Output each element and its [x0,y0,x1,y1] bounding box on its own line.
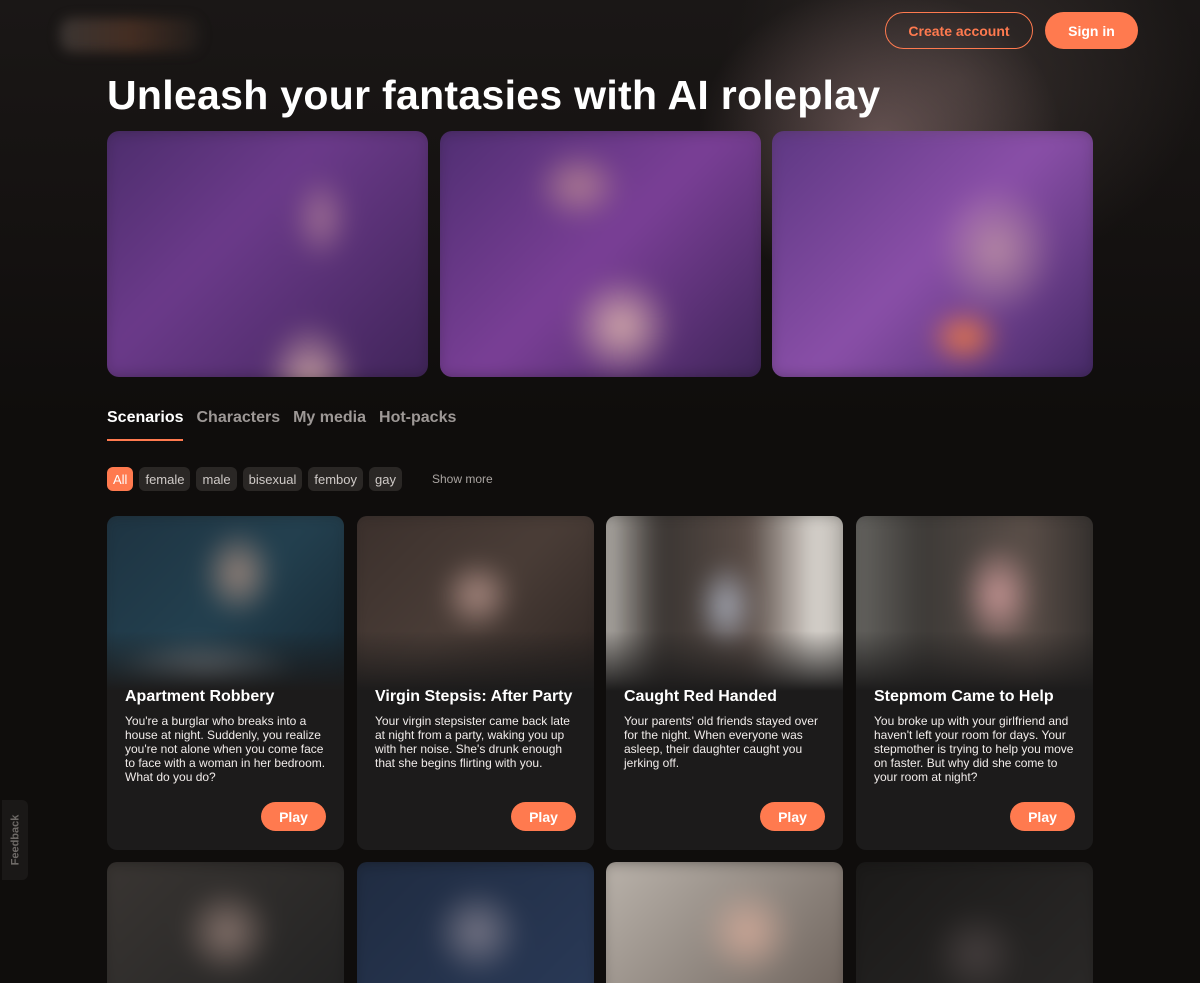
card-description: Your virgin stepsister came back late at… [375,714,570,770]
banner-image [772,131,1093,377]
tab-characters[interactable]: Characters [196,409,280,441]
card-description: You broke up with your girlfriend and ha… [874,714,1074,784]
card-title: Virgin Stepsis: After Party [375,688,573,705]
banner-image [440,131,761,377]
filter-chip-all[interactable]: All [107,467,134,491]
filter-chip-female[interactable]: female [139,467,191,491]
card-title: Apartment Robbery [125,688,275,705]
banner-image [107,131,428,377]
play-button[interactable]: Play [261,802,326,831]
play-button[interactable]: Play [1010,802,1075,831]
featured-banner-2[interactable] [440,131,761,377]
scenario-card-partial[interactable] [357,862,594,983]
card-title: Stepmom Came to Help [874,688,1054,705]
scenario-card[interactable]: Stepmom Came to Help You broke up with y… [856,516,1093,850]
scenario-card[interactable]: Apartment Robbery You're a burglar who b… [107,516,344,850]
feedback-label: Feedback [9,814,21,866]
card-image [357,516,594,691]
sign-in-button[interactable]: Sign in [1045,12,1138,49]
card-title: Caught Red Handed [624,688,777,705]
featured-banner-1[interactable] [107,131,428,377]
filter-chip-gay[interactable]: gay [369,467,402,491]
site-logo[interactable] [60,18,200,52]
card-image [606,516,843,691]
filter-chip-male[interactable]: male [196,467,237,491]
card-image [856,516,1093,691]
scenario-card-partial[interactable] [606,862,843,983]
featured-banner-3[interactable] [772,131,1093,377]
play-button[interactable]: Play [760,802,825,831]
create-account-button[interactable]: Create account [885,12,1033,49]
content-tabs: Scenarios Characters My media Hot-packs [107,409,456,441]
category-filters: All female male bisexual femboy gay Show… [107,467,493,491]
play-button[interactable]: Play [511,802,576,831]
card-description: Your parents' old friends stayed over fo… [624,714,818,770]
card-image [107,516,344,691]
card-description: You're a burglar who breaks into a house… [125,714,326,784]
scenario-card[interactable]: Caught Red Handed Your parents' old frie… [606,516,843,850]
tab-hot-packs[interactable]: Hot-packs [379,409,456,441]
scenario-card-partial[interactable] [856,862,1093,983]
filter-chip-bisexual[interactable]: bisexual [242,467,303,491]
tab-my-media[interactable]: My media [293,409,366,441]
filter-chip-femboy[interactable]: femboy [308,467,364,491]
show-more-link[interactable]: Show more [432,472,493,486]
scenario-card-partial[interactable] [107,862,344,983]
page-title: Unleash your fantasies with AI roleplay [107,72,881,118]
scenario-card[interactable]: Virgin Stepsis: After Party Your virgin … [357,516,594,850]
feedback-tab[interactable]: Feedback [2,800,28,880]
tab-scenarios[interactable]: Scenarios [107,409,184,441]
